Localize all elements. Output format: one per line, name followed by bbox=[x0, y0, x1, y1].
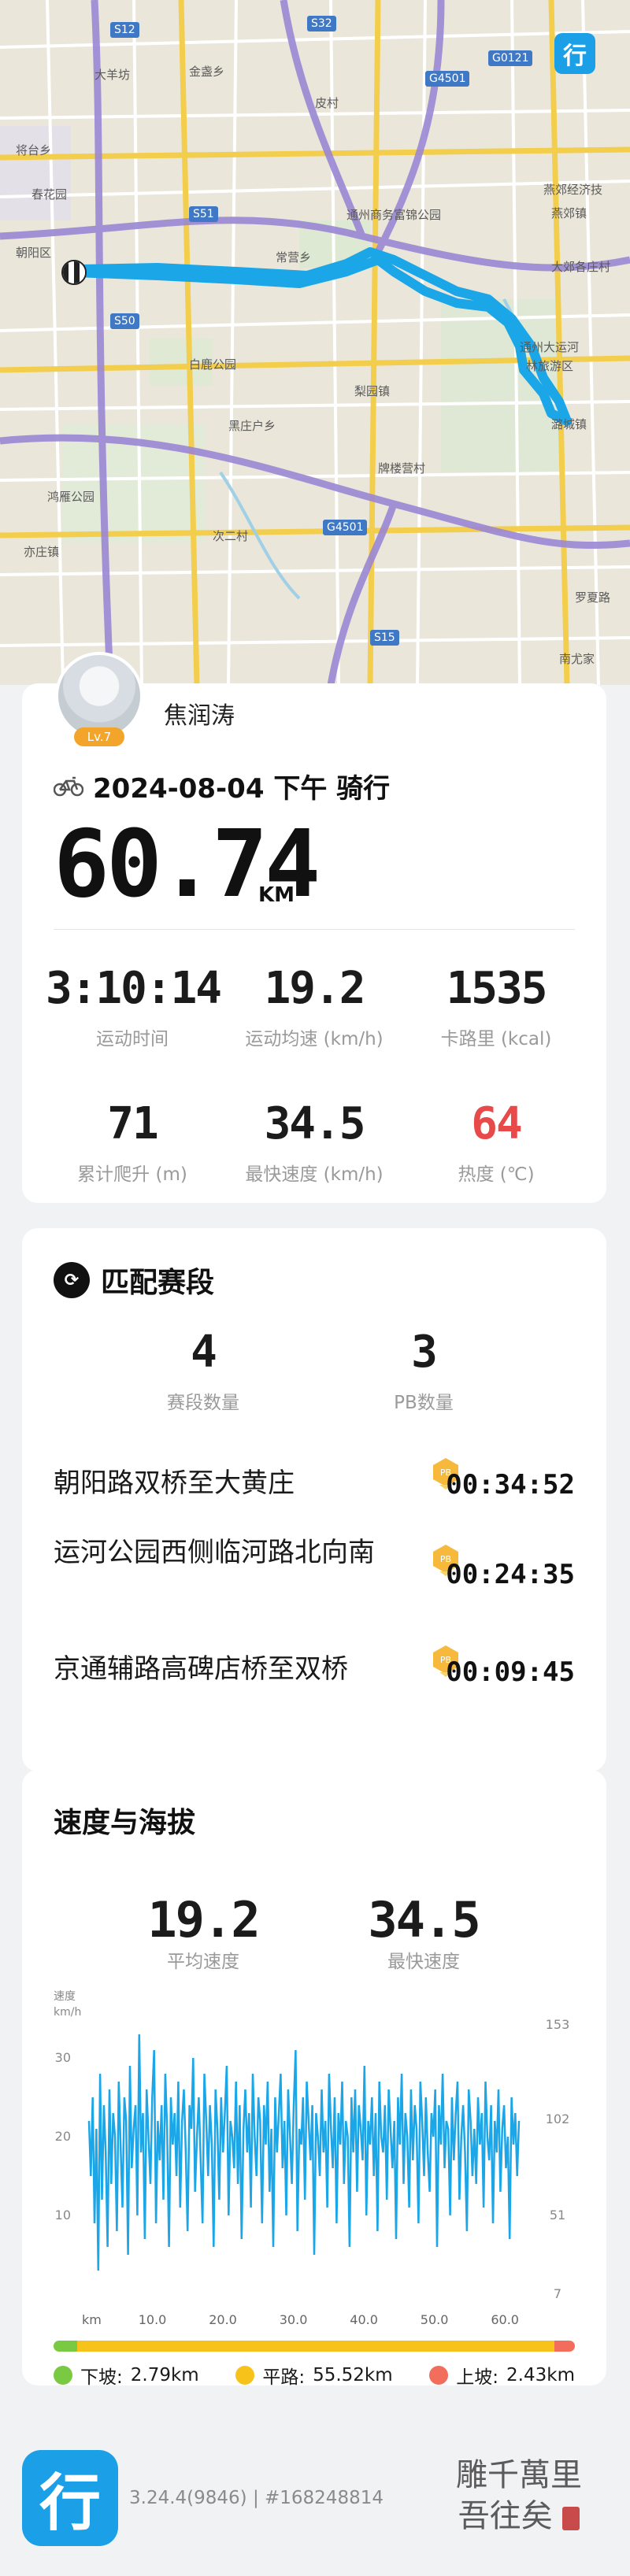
road-shield: G4501 bbox=[323, 520, 368, 535]
map-label: 大羊坊 bbox=[94, 68, 131, 82]
road-shield: S15 bbox=[370, 630, 399, 646]
map-label: 通州商务富锦公园 bbox=[346, 208, 442, 222]
matched-segments-card: ⟳ 匹配赛段 4 赛段数量 3 PB数量 朝阳路双桥至大黄庄 PB 00:34:… bbox=[22, 1228, 606, 1771]
app-logo-icon: 行 bbox=[22, 2450, 118, 2546]
ride-summary-card: Lv.7 焦润涛 2024-08-04 下午 骑行 60.74 KM 3:10:… bbox=[22, 652, 606, 1203]
map-label: 大郊各庄村 bbox=[551, 260, 611, 274]
speed-chart[interactable]: 速度 km/h km 30 20 10 153 102 51 7 10.0 20.0 30.0… bbox=[22, 1987, 606, 2334]
bicycle-icon bbox=[54, 776, 83, 796]
segment-time: 00:09:45 bbox=[446, 1656, 575, 1688]
x-tick-label: 60.0 bbox=[491, 2312, 519, 2327]
legend-flat: 平路: 55.52km bbox=[235, 2362, 393, 2389]
y2-tick-label: 7 bbox=[554, 2286, 561, 2301]
uphill-dot-icon bbox=[429, 2366, 449, 2385]
segment-time: 00:34:52 bbox=[446, 1469, 575, 1501]
map-label: 白鹿公园 bbox=[189, 357, 237, 372]
segment-icon: ⟳ bbox=[54, 1262, 90, 1298]
legend-uphill: 上坡: 2.43km bbox=[429, 2362, 575, 2389]
grade-legend: 下坡: 2.79km 平路: 55.52km 上坡: 2.43km bbox=[54, 2362, 575, 2389]
y2-tick-label: 153 bbox=[546, 2017, 570, 2032]
map-label: 罗夏路 bbox=[575, 590, 611, 605]
map-label: 次二村 bbox=[213, 529, 249, 543]
segment-name: 京通辅路高碑店桥至双桥 bbox=[54, 1653, 348, 1685]
map-label: 潞城镇 bbox=[551, 417, 587, 431]
speed-elevation-card: 速度与海拔 19.2 平均速度 34.5 最快速度 速度 km/h km 30 2… bbox=[22, 1770, 606, 2388]
map-label: 林旅游区 bbox=[526, 359, 574, 373]
chart-axis-label: 速度 bbox=[54, 1990, 76, 2003]
stat-heat: 64 热度 (℃) bbox=[458, 1098, 535, 1186]
map-label: 牌楼营村 bbox=[378, 461, 426, 476]
calligraphy-signature: 雕千萬里 吾往矣 bbox=[456, 2457, 582, 2534]
max-speed-summary: 34.5 最快速度 bbox=[368, 1891, 480, 1973]
speed-series-line bbox=[87, 2034, 521, 2271]
segment-row[interactable]: 京通辅路高碑店桥至双桥 PB 00:09:45 bbox=[54, 1644, 575, 1699]
map-label: 将台乡 bbox=[16, 143, 52, 157]
app-version: 3.24.4(9846) | #168248814 bbox=[129, 2488, 384, 2508]
x-tick-label: 10.0 bbox=[139, 2312, 167, 2327]
chart-axis-unit: km/h bbox=[54, 2006, 81, 2019]
map-label: 南尤家 bbox=[559, 652, 595, 666]
x-tick-label: 40.0 bbox=[350, 2312, 378, 2327]
stat-duration: 3:10:14 运动时间 bbox=[46, 963, 222, 1050]
avg-speed-summary: 19.2 平均速度 bbox=[147, 1891, 260, 1973]
segment-time: 00:24:35 bbox=[446, 1559, 575, 1590]
route-map[interactable]: 大羊坊 金盏乡 皮村 燕郊经济技 燕郊镇 将台乡 春花园 通州商务富锦公园 大郊… bbox=[0, 0, 630, 685]
legend-downhill: 下坡: 2.79km bbox=[54, 2362, 199, 2389]
road-shield: S50 bbox=[110, 313, 139, 329]
pb-count: 3 PB数量 bbox=[394, 1327, 454, 1414]
stat-max-speed: 34.5 最快速度 (km/h) bbox=[245, 1098, 384, 1186]
ride-title-text: 2024-08-04 下午 骑行 bbox=[93, 773, 391, 805]
segment-name: 朝阳路双桥至大黄庄 bbox=[54, 1468, 295, 1499]
grade-distribution-bar bbox=[54, 2341, 575, 2352]
map-label: 亦庄镇 bbox=[24, 545, 60, 559]
y-tick-label: 30 bbox=[55, 2050, 71, 2065]
map-label: 朝阳区 bbox=[16, 246, 52, 260]
stat-avg-speed: 19.2 运动均速 (km/h) bbox=[245, 963, 384, 1050]
username[interactable]: 焦润涛 bbox=[164, 696, 235, 731]
segments-title: ⟳ 匹配赛段 bbox=[54, 1260, 214, 1301]
map-label: 春花园 bbox=[32, 187, 68, 202]
segment-row[interactable]: 朝阳路双桥至大黄庄 PB 00:34:52 bbox=[54, 1456, 575, 1512]
road-shield: S51 bbox=[189, 206, 218, 222]
start-finish-flag-icon bbox=[61, 260, 87, 285]
x-tick-label: 50.0 bbox=[421, 2312, 449, 2327]
speed-title: 速度与海拔 bbox=[54, 1807, 196, 1839]
map-label: 黑庄户乡 bbox=[228, 419, 276, 433]
segments-count: 4 赛段数量 bbox=[167, 1327, 239, 1414]
segment-name: 运河公园西侧临河路北向南 bbox=[54, 1537, 375, 1568]
ride-title: 2024-08-04 下午 骑行 bbox=[54, 767, 390, 805]
road-shield: G0121 bbox=[488, 50, 533, 66]
y2-tick-label: 51 bbox=[550, 2208, 565, 2223]
divider bbox=[54, 929, 575, 930]
map-label: 通州大运河 bbox=[520, 340, 580, 354]
chart-x-unit: km bbox=[82, 2312, 102, 2327]
map-label: 梨园镇 bbox=[354, 384, 391, 398]
road-shield: S32 bbox=[307, 16, 336, 31]
map-label: 燕郊镇 bbox=[551, 206, 587, 220]
y2-tick-label: 102 bbox=[546, 2112, 570, 2126]
map-label: 鸿雁公园 bbox=[47, 490, 95, 504]
x-tick-label: 30.0 bbox=[280, 2312, 308, 2327]
x-tick-label: 20.0 bbox=[209, 2312, 237, 2327]
downhill-dot-icon bbox=[54, 2366, 72, 2385]
stat-calories: 1535 卡路里 (kcal) bbox=[440, 963, 552, 1050]
y-tick-label: 10 bbox=[55, 2208, 71, 2223]
flat-dot-icon bbox=[235, 2366, 255, 2385]
map-label: 燕郊经济技 bbox=[543, 183, 603, 197]
stat-elevation-gain: 71 累计爬升 (m) bbox=[77, 1098, 187, 1186]
segment-row[interactable]: 运河公园西侧临河路北向南 PB 00:24:35 bbox=[54, 1532, 575, 1619]
road-shield: S12 bbox=[110, 22, 139, 38]
road-shield: G4501 bbox=[425, 71, 470, 87]
map-label: 金盏乡 bbox=[189, 65, 225, 79]
app-logo-icon[interactable]: 行 bbox=[554, 33, 595, 74]
distance-unit: KM bbox=[258, 883, 295, 907]
level-badge: Lv.7 bbox=[74, 727, 124, 746]
map-label: 皮村 bbox=[315, 96, 339, 110]
map-label: 常营乡 bbox=[276, 250, 312, 265]
y-tick-label: 20 bbox=[55, 2129, 71, 2144]
